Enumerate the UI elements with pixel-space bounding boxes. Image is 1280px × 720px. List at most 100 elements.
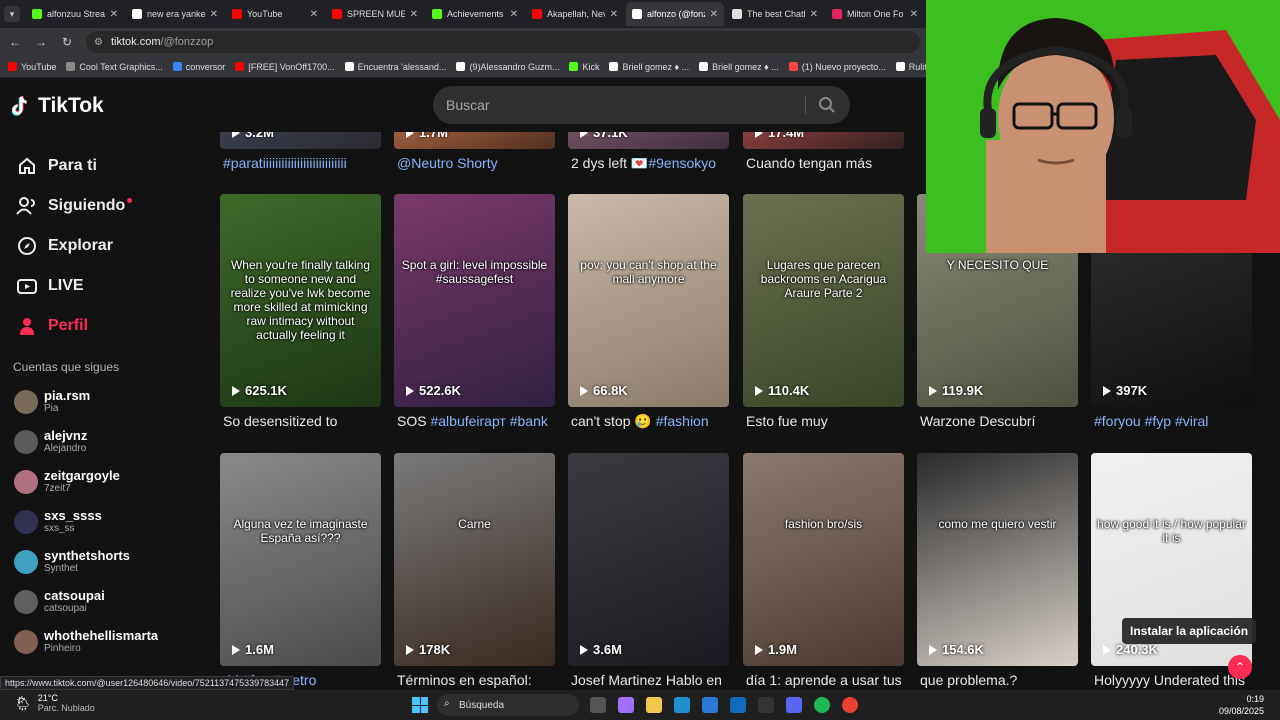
scroll-to-top-button[interactable]: ⌃ <box>1228 655 1252 679</box>
following-account[interactable]: sxs_ssss sxs_ss <box>0 502 200 542</box>
video-caption[interactable]: #foryou #fyp #viral <box>1091 413 1252 429</box>
video-thumbnail[interactable]: Alguna vez te imaginaste España así??? 1.… <box>220 453 381 666</box>
video-thumbnail[interactable]: 1.7M <box>394 132 555 149</box>
bookmark-item[interactable]: (9)Alessandro Guzm... <box>456 62 559 72</box>
bookmark-item[interactable]: Kick <box>569 62 599 72</box>
close-icon[interactable]: ✕ <box>110 9 118 20</box>
bookmark-item[interactable]: YouTube <box>8 62 56 72</box>
video-card[interactable]: When you're finally talking to someone n… <box>220 194 381 429</box>
close-icon[interactable]: ✕ <box>810 9 818 20</box>
video-card[interactable]: Carne 178K Términos en español: <box>394 453 555 688</box>
video-caption[interactable]: Términos en español: <box>394 672 555 688</box>
bookmark-item[interactable]: Briell gomez ♦ ... <box>699 62 779 72</box>
video-caption[interactable]: que problema.? <box>917 672 1078 688</box>
bookmark-item[interactable]: Rulitos <box>895 62 926 72</box>
start-button[interactable] <box>412 697 428 713</box>
bookmark-item[interactable]: (1) Nuevo proyecto... <box>788 62 886 72</box>
video-card[interactable]: pov: you can't shop at the mall anymore 6… <box>568 194 729 430</box>
video-card[interactable]: 17.4M Cuando tengan más <box>743 132 904 171</box>
close-icon[interactable]: ✕ <box>710 9 718 20</box>
search-input[interactable]: Buscar <box>433 86 850 124</box>
caption-hashtags[interactable]: #paratiiiiiiiiiiiiiiiiiiiiiiiiiii <box>223 155 347 171</box>
video-caption[interactable]: Cuando tengan más <box>743 155 904 171</box>
caption-hashtags[interactable]: #fashion <box>656 413 709 429</box>
forward-icon[interactable]: → <box>34 35 48 49</box>
system-clock[interactable]: 0:19 09/08/2025 <box>1219 693 1264 717</box>
video-caption[interactable]: Esto fue muy <box>743 413 904 429</box>
browser-tab[interactable]: alfonzo (@fonz ✕ <box>626 2 724 26</box>
bookmark-item[interactable]: conversor <box>172 62 225 72</box>
browser-tab[interactable]: Akapellah, Nev ✕ <box>526 2 624 26</box>
video-thumbnail[interactable]: 37.1K <box>568 132 729 149</box>
video-thumbnail[interactable]: 3.6M <box>568 453 729 666</box>
video-caption[interactable]: Holyyyyy Underated this <box>1091 672 1252 688</box>
caption-hashtags[interactable]: #9ensokyo <box>648 155 716 171</box>
site-info-icon[interactable]: ⚙ <box>94 37 103 48</box>
browser-tab[interactable]: new era yankee ✕ <box>126 2 224 26</box>
video-caption[interactable]: So desensitized to <box>220 413 381 429</box>
video-card[interactable]: Spot a girl: level impossible #saussagef… <box>394 194 555 429</box>
video-card[interactable]: 1.7M @Neutro Shorty <box>394 132 555 171</box>
video-thumbnail[interactable]: como me quiero vestir 154.6K <box>917 453 1078 666</box>
tiktok-logo[interactable]: TikTok <box>12 94 104 118</box>
caption-hashtags[interactable]: #albufeiraрт #bank <box>430 413 547 429</box>
browser-tab[interactable]: SPREEN MUES ✕ <box>326 2 424 26</box>
following-account[interactable]: synthetshorts Synthet <box>0 542 200 582</box>
close-icon[interactable]: ✕ <box>910 9 918 20</box>
spotify-icon[interactable] <box>814 697 830 713</box>
sidebar-item-para-ti[interactable]: Para ti <box>0 146 200 186</box>
sidebar-item-explorar[interactable]: Explorar <box>0 226 200 266</box>
video-card[interactable]: how good it is / how popular it is 240.3K… <box>1091 453 1252 688</box>
search-icon[interactable] <box>818 96 836 114</box>
following-account[interactable]: alejvnz Alejandro <box>0 422 200 462</box>
chrome-icon[interactable] <box>842 697 858 713</box>
video-caption[interactable]: día 1: aprende a usar tus <box>743 672 904 688</box>
weather-widget[interactable]: 🌦 21°C Parc. Nublado <box>14 693 95 713</box>
following-account[interactable]: zeitgargoyle 7zeit7 <box>0 462 200 502</box>
browser-tab[interactable]: alfonzuu Strea ✕ <box>26 2 124 26</box>
close-icon[interactable]: ✕ <box>510 9 518 20</box>
close-icon[interactable]: ✕ <box>610 9 618 20</box>
following-account[interactable]: pia.rsm Pia <box>0 382 200 422</box>
video-card[interactable]: Alguna vez te imaginaste España así??? 1.… <box>220 453 381 688</box>
following-account[interactable]: whothehellismarta Pinheiro <box>0 622 200 662</box>
video-thumbnail[interactable]: Lugares que parecen backrooms en Acarigu… <box>743 194 904 407</box>
video-caption[interactable]: #paratiiiiiiiiiiiiiiiiiiiiiiiiiii <box>220 155 381 171</box>
close-icon[interactable]: ✕ <box>310 9 318 20</box>
video-caption[interactable]: Josef Martinez Hablo en <box>568 672 729 688</box>
reload-icon[interactable]: ↻ <box>60 35 74 49</box>
sidebar-item-live[interactable]: LIVE <box>0 266 200 306</box>
video-thumbnail[interactable]: When you're finally talking to someone n… <box>220 194 381 407</box>
video-caption[interactable]: @Neutro Shorty <box>394 155 555 171</box>
video-card[interactable]: como me quiero vestir 154.6K que problema.… <box>917 453 1078 688</box>
video-card[interactable]: Lugares que parecen backrooms en Acarigu… <box>743 194 904 429</box>
video-card[interactable]: 3.6M Josef Martinez Hablo en <box>568 453 729 688</box>
file-explorer-icon[interactable] <box>646 697 662 713</box>
video-caption[interactable]: Warzone Descubrí <box>917 413 1078 429</box>
install-app-button[interactable]: Instalar la aplicación <box>1122 618 1257 644</box>
video-card[interactable]: 3.2M #paratiiiiiiiiiiiiiiiiiiiiiiiiiii <box>220 132 381 171</box>
bookmark-item[interactable]: Cool Text Graphics... <box>66 62 163 72</box>
close-icon[interactable]: ✕ <box>410 9 418 20</box>
caption-hashtags[interactable]: @Neutro Shorty <box>397 155 498 171</box>
browser-tab[interactable]: YouTube ✕ <box>226 2 324 26</box>
copilot-icon[interactable] <box>618 697 634 713</box>
tab-search-button[interactable]: ▾ <box>4 6 20 22</box>
bookmark-item[interactable]: Briell gomez ♦ ... <box>609 62 689 72</box>
browser-tab[interactable]: Achievements ✕ <box>426 2 524 26</box>
taskbar-search[interactable]: ⌕ Búsqueda <box>437 694 579 716</box>
discord-icon[interactable] <box>786 697 802 713</box>
close-icon[interactable]: ✕ <box>210 9 218 20</box>
obs-icon[interactable] <box>758 697 774 713</box>
video-thumbnail[interactable]: Carne 178K <box>394 453 555 666</box>
video-thumbnail[interactable]: 17.4M <box>743 132 904 149</box>
task-view-icon[interactable] <box>590 697 606 713</box>
video-card[interactable]: 37.1K 2 dys left 💌#9ensokyo <box>568 132 729 172</box>
video-caption[interactable]: SOS #albufeiraрт #bank <box>394 413 555 429</box>
video-thumbnail[interactable]: 3.2M <box>220 132 381 149</box>
sidebar-item-siguiendo[interactable]: Siguiendo <box>0 186 200 226</box>
browser-tab[interactable]: Milton One Fo ✕ <box>826 2 924 26</box>
video-caption[interactable]: 2 dys left 💌#9ensokyo <box>568 155 729 172</box>
video-thumbnail[interactable]: fashion bro/sis 1.9M <box>743 453 904 666</box>
bookmark-item[interactable]: [FREE] VonOff1700... <box>235 62 335 72</box>
